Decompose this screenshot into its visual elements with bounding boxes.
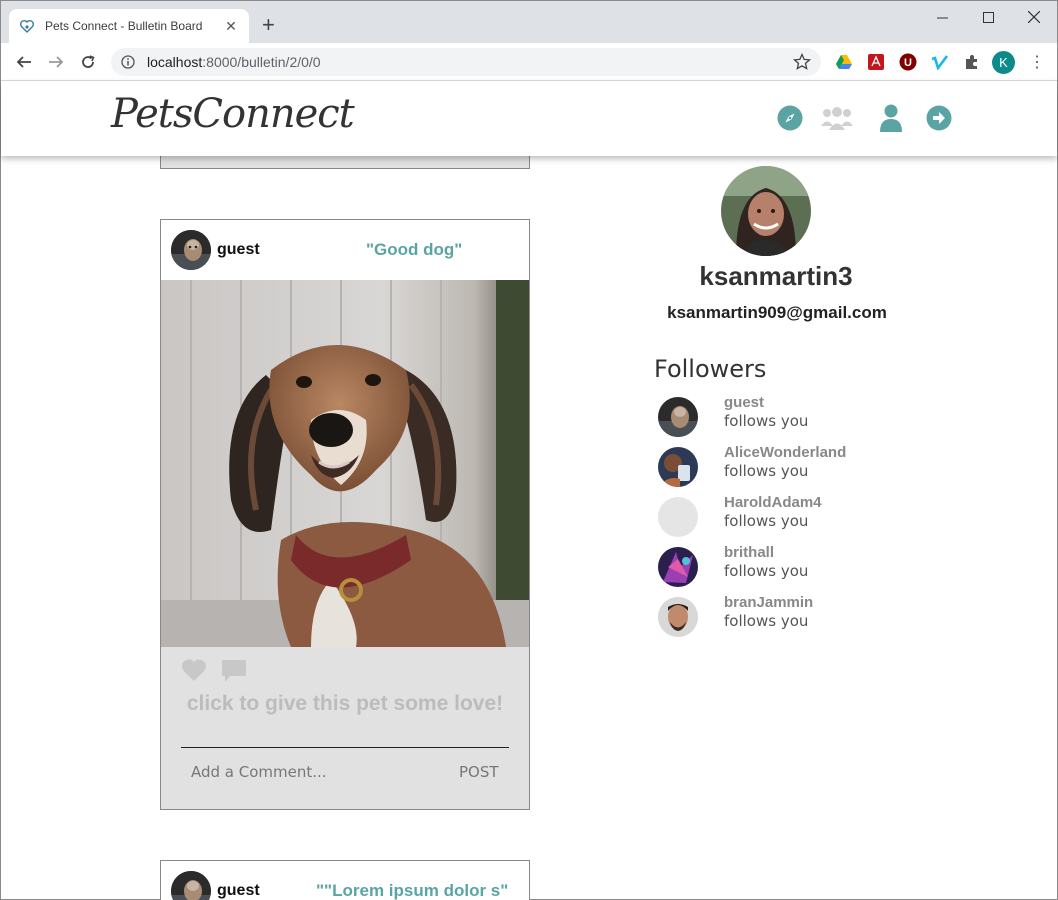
follower-item[interactable]: branJammin follows you	[658, 594, 918, 641]
browser-tab[interactable]: Pets Connect - Bulletin Board ✕	[9, 9, 249, 43]
paw-heart-icon	[20, 20, 34, 33]
post-caption: "Good dog"	[366, 240, 463, 259]
info-icon[interactable]	[121, 55, 135, 69]
explore-icon[interactable]	[777, 103, 803, 133]
follower-status: follows you	[724, 562, 809, 580]
ublock-extension-icon[interactable]: U	[898, 52, 918, 72]
comment-input[interactable]: Add a Comment...	[191, 763, 327, 781]
browser-toolbar: localhost:8000/bulletin/2/0/0 U K ⋮	[1, 43, 1057, 81]
follower-name[interactable]: HaroldAdam4	[724, 494, 822, 511]
follower-name[interactable]: guest	[724, 394, 764, 411]
post-username[interactable]: guest	[217, 882, 260, 900]
love-prompt[interactable]: click to give this pet some love!	[181, 690, 509, 718]
follower-name[interactable]: AliceWonderland	[724, 444, 846, 461]
vimeo-extension-icon[interactable]	[930, 52, 950, 72]
avatar[interactable]	[658, 397, 698, 437]
avatar[interactable]	[658, 547, 698, 587]
reload-icon[interactable]	[77, 51, 99, 73]
follower-item[interactable]: AliceWonderland follows you	[658, 444, 918, 491]
profile-icon[interactable]	[878, 103, 904, 133]
extensions-puzzle-icon[interactable]	[962, 52, 982, 72]
post-photo-dog[interactable]	[161, 280, 529, 647]
new-tab-icon[interactable]: +	[262, 14, 275, 36]
site-header: PetsConnect	[1, 81, 1057, 156]
avatar-placeholder[interactable]	[658, 497, 698, 537]
comment-icon[interactable]	[221, 658, 247, 684]
window-close-icon[interactable]	[1011, 5, 1057, 29]
address-bar[interactable]: localhost:8000/bulletin/2/0/0	[111, 48, 821, 76]
pdf-extension-icon[interactable]	[866, 52, 886, 72]
drive-extension-icon[interactable]	[834, 52, 854, 72]
follower-status: follows you	[724, 462, 809, 480]
follower-name[interactable]: branJammin	[724, 594, 813, 611]
follower-status: follows you	[724, 412, 809, 430]
follower-item[interactable]: brithall follows you	[658, 544, 918, 591]
site-logo[interactable]: PetsConnect	[111, 91, 355, 137]
avatar[interactable]	[171, 230, 211, 270]
profile-avatar[interactable]	[721, 166, 811, 256]
back-icon[interactable]	[13, 51, 35, 73]
avatar[interactable]	[658, 447, 698, 487]
url-path: :8000/bulletin/2/0/0	[202, 54, 321, 70]
post-comment-button[interactable]: POST	[459, 763, 499, 781]
maximize-icon[interactable]	[965, 5, 1011, 29]
forward-icon[interactable]	[45, 51, 67, 73]
browser-tab-strip: Pets Connect - Bulletin Board ✕ +	[1, 1, 1057, 43]
comment-divider	[181, 747, 509, 748]
url-host: localhost	[147, 54, 203, 70]
avatar[interactable]	[658, 597, 698, 637]
followers-heading: Followers	[654, 355, 767, 383]
heart-icon[interactable]	[181, 658, 207, 682]
minimize-icon[interactable]	[919, 5, 965, 29]
community-icon[interactable]	[820, 103, 854, 133]
follower-status: follows you	[724, 612, 809, 630]
post-username[interactable]: guest	[217, 241, 260, 259]
tab-close-icon[interactable]: ✕	[223, 18, 239, 35]
svg-text:U: U	[904, 57, 912, 69]
follower-status: follows you	[724, 512, 809, 530]
post-actions	[181, 658, 247, 684]
bookmark-star-icon[interactable]	[793, 53, 811, 71]
post-card: guest "Good dog" click to give this pet …	[160, 219, 530, 810]
profile-email: ksanmartin909@gmail.com	[667, 303, 887, 322]
tab-title: Pets Connect - Bulletin Board	[45, 19, 203, 33]
follower-item[interactable]: guest follows you	[658, 394, 918, 441]
post-header: guest "Good dog"	[161, 220, 529, 280]
follower-name[interactable]: brithall	[724, 544, 774, 561]
logout-icon[interactable]	[926, 103, 952, 133]
browser-profile-avatar[interactable]: K	[992, 51, 1015, 74]
avatar[interactable]	[171, 871, 211, 900]
profile-username: ksanmartin3	[699, 261, 853, 291]
post-caption: ""Lorem ipsum dolor s"	[316, 881, 509, 900]
browser-menu-icon[interactable]: ⋮	[1029, 52, 1045, 72]
follower-item[interactable]: HaroldAdam4 follows you	[658, 494, 918, 541]
post-card: guest ""Lorem ipsum dolor s"	[160, 860, 530, 900]
